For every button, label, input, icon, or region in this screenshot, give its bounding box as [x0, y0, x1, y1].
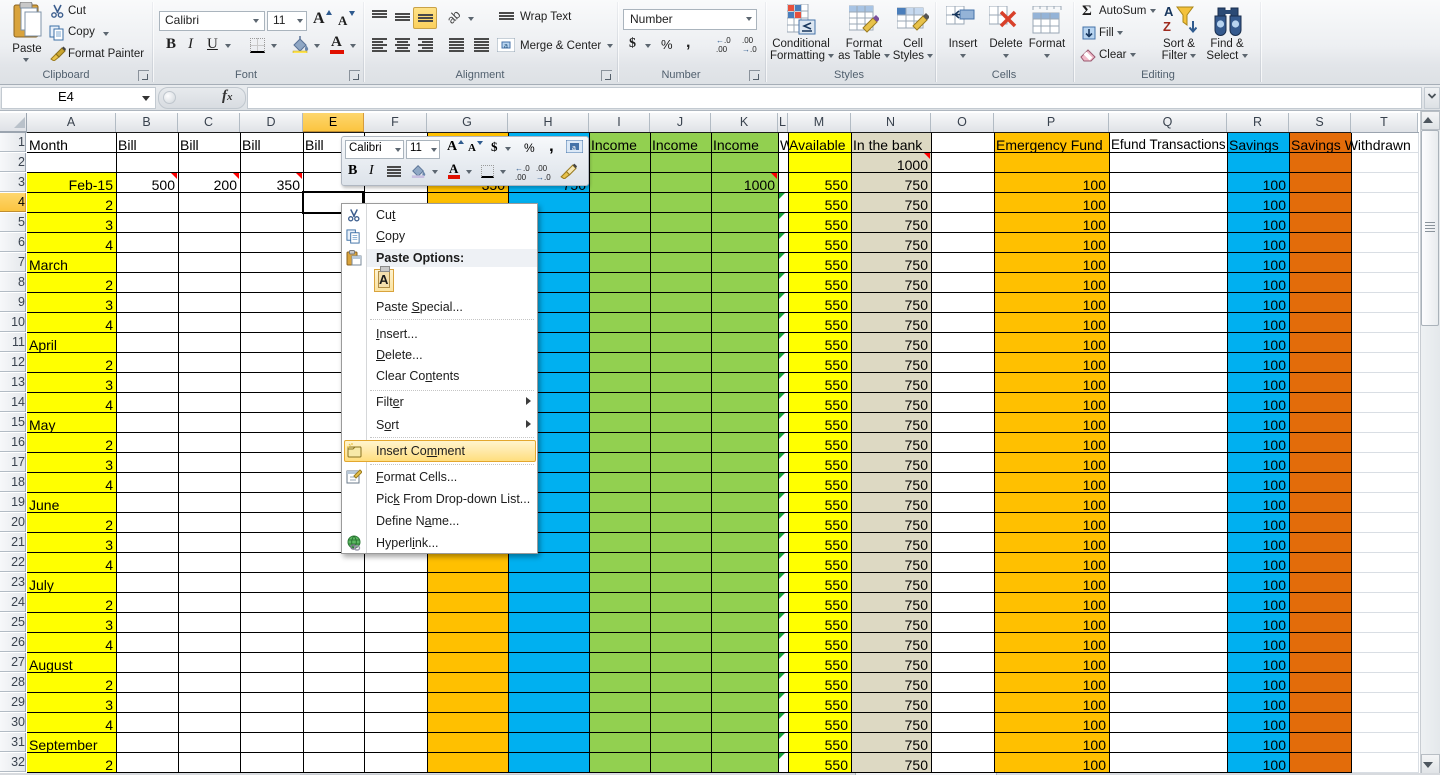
svg-text:A: A — [1164, 4, 1174, 19]
svg-text:a: a — [572, 145, 576, 152]
svg-text:a: a — [504, 43, 508, 50]
svg-text:Z: Z — [1163, 19, 1171, 34]
